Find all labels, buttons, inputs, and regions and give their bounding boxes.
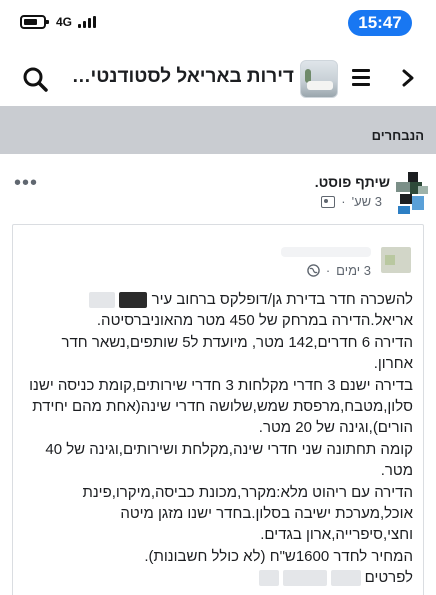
- featured-label: הנבחרים: [371, 128, 424, 143]
- post-line: אריאל.הדירה במרחק של 450 מטר מהאוניברסיט…: [96, 312, 413, 330]
- post-line: סלון,מטבח,מרפסת שמש,שלושה חדרי שינה(אחת …: [32, 398, 413, 416]
- more-horizontal-icon[interactable]: •••: [14, 172, 38, 195]
- post-line: וחצי,סיפרייה,ארון בגדים.: [260, 526, 413, 544]
- shared-post-time[interactable]: 3 ימים: [336, 263, 371, 278]
- featured-section-bar: הנבחרים: [0, 106, 436, 154]
- globe-icon: [307, 264, 320, 277]
- post-time[interactable]: 3 שע': [352, 194, 382, 209]
- meta-separator: ·: [341, 194, 346, 209]
- group-title[interactable]: דירות באריאל לסטודנטים ד...: [62, 66, 294, 88]
- post-meta: 3 שע' ·: [321, 194, 382, 209]
- post-body: להשכרה חדר בדירת גן/דופלקס ברחוב עיר ארי…: [21, 289, 413, 589]
- post-line: קומה תחתונה שני חדרי שינה,מקלחת ושירותים…: [45, 440, 413, 458]
- menu-icon[interactable]: [352, 69, 370, 87]
- signal-icon: [78, 16, 97, 28]
- status-indicators: 4G: [20, 15, 97, 29]
- post-line: לפרטים: [21, 567, 413, 588]
- redacted-text: [119, 292, 148, 309]
- redacted-text: [282, 569, 327, 586]
- thumbnail-sofa: [307, 81, 333, 90]
- clock: 15:47: [348, 10, 412, 36]
- post-header: ••• שיתף פוסט. 3 שע' ·: [0, 160, 436, 220]
- redacted-text: [330, 569, 361, 586]
- post-line: אחרון.: [373, 355, 413, 373]
- network-type: 4G: [56, 15, 73, 29]
- post-line: בדירה ישנם 3 חדרי מקלחות 3 חדרי שירותים,…: [29, 376, 413, 394]
- group-icon: [321, 195, 336, 208]
- post-line: מטר.: [380, 462, 413, 480]
- group-header: דירות באריאל לסטודנטים ד...: [0, 52, 436, 104]
- chevron-right-icon[interactable]: [398, 68, 418, 88]
- search-icon[interactable]: [22, 66, 48, 92]
- post-line: אוכל,מערכת ישיבה בסלון.בחדר ישנו מזגן מי…: [120, 505, 413, 523]
- shared-post-text: שיתף פוסט.: [314, 174, 390, 190]
- shared-post-card[interactable]: 3 ימים · להשכרה חדר בדירת גן/דופלקס ברחו…: [12, 224, 424, 595]
- redacted-text: [89, 292, 116, 309]
- avatar[interactable]: [390, 168, 430, 216]
- meta-separator: ·: [325, 263, 331, 278]
- shared-author-avatar[interactable]: [381, 247, 411, 273]
- group-thumbnail[interactable]: [300, 60, 338, 98]
- redacted-text: [258, 569, 279, 586]
- shared-post-meta: 3 ימים ·: [307, 263, 371, 278]
- status-bar: 4G 15:47: [0, 0, 436, 44]
- shared-author-name-redacted: [281, 247, 371, 257]
- post-line: הדירה עם ריהוט מלא:מקרר,מכונת כביסה,מיקר…: [82, 483, 413, 501]
- post-line: המחיר לחדר 1600ש"ח (לא כולל חשבונות).: [144, 547, 413, 565]
- post-line: להשכרה חדר בדירת גן/דופלקס ברחוב עיר: [21, 289, 413, 310]
- post-line: הדירה 6 חדרים,142 מטר, מיועדת ל5 שותפים,…: [61, 333, 413, 351]
- battery-icon: [20, 15, 49, 29]
- post-line: הורים),וגינה של 20 מטר.: [258, 419, 413, 437]
